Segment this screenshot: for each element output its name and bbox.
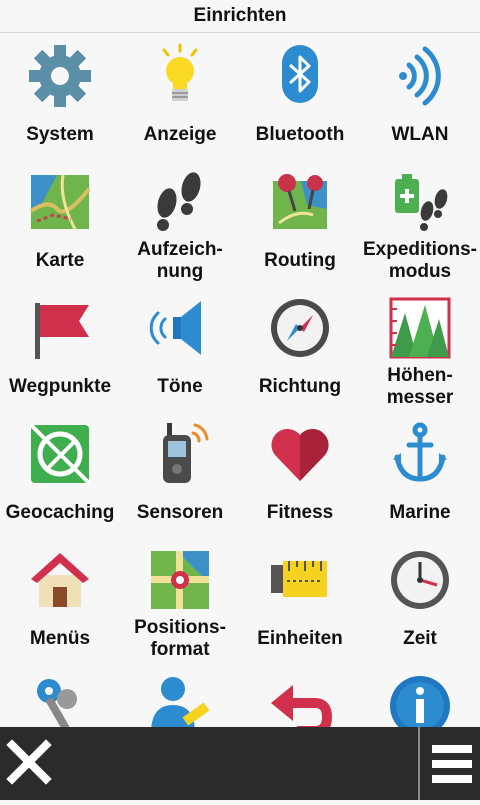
settings-grid: System Anzeige Bluetooth WLAN Karte Aufz… [0, 33, 480, 727]
tile-wlan[interactable]: WLAN [360, 33, 480, 159]
tile-label: Menüs [29, 628, 91, 649]
tile-label: Wegpunkte [8, 376, 112, 397]
tile-label: Richtung [258, 376, 342, 397]
tile-bluetooth[interactable]: Bluetooth [240, 33, 360, 159]
tile-wegpunkte[interactable]: Wegpunkte [0, 285, 120, 411]
lightbulb-icon [162, 43, 198, 101]
tile-karte[interactable]: Karte [0, 159, 120, 285]
footprints-icon [157, 172, 201, 231]
tile-label: WLAN [391, 124, 449, 145]
tile-label: Marine [389, 502, 451, 523]
tile-label: Sensoren [136, 502, 224, 523]
tile-label: Routing [264, 250, 336, 271]
tile-label: Karte [35, 250, 85, 271]
tile-positionsformat[interactable]: Positions- format [120, 537, 240, 663]
tile-label: Bluetooth [255, 124, 345, 145]
house-icon [31, 553, 89, 607]
tile-label: Positions- format [134, 617, 226, 660]
sensor-device-icon [163, 423, 209, 483]
reset-arrow-icon [271, 685, 333, 727]
tile-fitness[interactable]: Fitness [240, 411, 360, 537]
tile-toene[interactable]: Töne [120, 285, 240, 411]
info-icon [390, 676, 450, 727]
tile-reset[interactable] [240, 663, 360, 727]
tile-aufzeichnung[interactable]: Aufzeich- nung [120, 159, 240, 285]
tile-einheiten[interactable]: Einheiten [240, 537, 360, 663]
tile-menues[interactable]: Menüs [0, 537, 120, 663]
tile-label: Höhen- messer [386, 365, 454, 408]
tile-system[interactable]: System [0, 33, 120, 159]
compass-icon [271, 299, 329, 357]
tile-label: Einheiten [257, 628, 343, 649]
tape-measure-icon [271, 561, 327, 597]
tile-label: Töne [157, 376, 203, 397]
map-icon [29, 174, 91, 230]
battery-footprints-icon [395, 174, 448, 231]
clock-icon [391, 551, 449, 609]
tile-label: Aufzeich- nung [137, 239, 223, 282]
tile-label: Expeditions- modus [362, 239, 477, 282]
tile-richtung[interactable]: Richtung [240, 285, 360, 411]
geocache-icon [29, 423, 91, 485]
tile-expeditionsmodus[interactable]: Expeditions- modus [360, 159, 480, 285]
menu-button[interactable] [420, 727, 480, 800]
anchor-icon [393, 422, 447, 482]
wifi-icon [399, 46, 441, 106]
tile-keys[interactable] [0, 663, 120, 727]
tile-label: Zeit [403, 628, 437, 649]
altimeter-icon [389, 297, 451, 359]
tile-label: Geocaching [5, 502, 115, 523]
heart-icon [271, 428, 329, 481]
tile-label: Anzeige [143, 124, 217, 145]
close-icon [6, 739, 52, 785]
tile-user-profile[interactable] [120, 663, 240, 727]
tile-geocaching[interactable]: Geocaching [0, 411, 120, 537]
page-title: Einrichten [193, 5, 287, 26]
tile-label: Fitness [266, 502, 334, 523]
tile-sensoren[interactable]: Sensoren [120, 411, 240, 537]
tile-zeit[interactable]: Zeit [360, 537, 480, 663]
menu-icon [432, 745, 472, 783]
position-map-icon [151, 551, 209, 609]
gear-icon [29, 45, 91, 107]
tile-hoehenmesser[interactable]: Höhen- messer [360, 285, 480, 411]
title-bar: Einrichten [0, 0, 480, 33]
tile-info[interactable] [360, 663, 480, 727]
close-button[interactable] [0, 727, 62, 800]
user-edit-icon [151, 677, 210, 727]
flag-icon [35, 303, 89, 359]
route-pins-icon [273, 174, 327, 229]
keys-icon [37, 679, 77, 727]
tile-routing[interactable]: Routing [240, 159, 360, 285]
speaker-icon [149, 301, 201, 355]
bluetooth-icon [282, 45, 318, 103]
tile-marine[interactable]: Marine [360, 411, 480, 537]
tile-anzeige[interactable]: Anzeige [120, 33, 240, 159]
bottom-bar [0, 727, 480, 800]
tile-label: System [26, 124, 94, 145]
